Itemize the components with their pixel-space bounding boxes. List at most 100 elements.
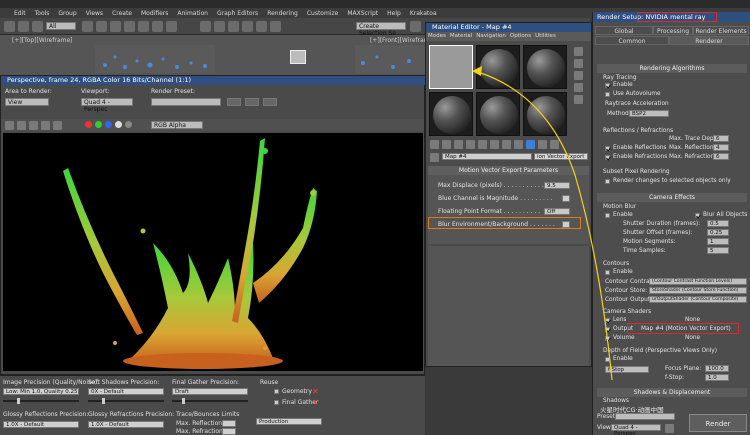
me-menu-navigation[interactable]: Navigation bbox=[476, 32, 506, 41]
undo-icon[interactable] bbox=[4, 21, 15, 32]
menu-graph-editors[interactable]: Graph Editors bbox=[217, 10, 258, 17]
contour-contrast-button[interactable]: (Contour Contrast Function Levels) bbox=[649, 278, 747, 285]
use-autovolume-checkbox[interactable] bbox=[605, 92, 610, 97]
menu-customize[interactable]: Customize bbox=[307, 10, 339, 17]
clear-geometry-cache-icon[interactable]: ✕ bbox=[312, 387, 319, 396]
blue-channel-icon[interactable] bbox=[105, 121, 112, 128]
show-end-result-icon[interactable] bbox=[526, 140, 535, 149]
shutter-duration-field[interactable]: 0.5 bbox=[707, 220, 729, 227]
link-icon[interactable] bbox=[32, 21, 43, 32]
camera-effects-header[interactable]: Camera Effects bbox=[597, 193, 747, 202]
video-color-check-icon[interactable] bbox=[574, 95, 583, 104]
map-type-button[interactable]: ion Vector Export bbox=[534, 153, 588, 160]
material-slot[interactable] bbox=[523, 92, 567, 136]
rotate-icon[interactable] bbox=[152, 21, 163, 32]
enable-refractions-checkbox[interactable] bbox=[605, 155, 610, 160]
contour-output-button[interactable]: urOutputShader (Contour Composite) bbox=[649, 296, 747, 303]
material-slot[interactable] bbox=[476, 92, 520, 136]
environment-icon[interactable] bbox=[245, 98, 259, 106]
dof-mode-dropdown[interactable]: f-Stop bbox=[605, 366, 649, 373]
alpha-channel-icon[interactable] bbox=[115, 121, 122, 128]
sample-type-icon[interactable] bbox=[574, 47, 583, 56]
motion-blur-enable-checkbox[interactable] bbox=[605, 213, 610, 218]
max-reflections-field[interactable] bbox=[222, 420, 236, 427]
enable-reflections-checkbox[interactable] bbox=[605, 146, 610, 151]
assign-material-icon[interactable] bbox=[454, 140, 463, 149]
percent-snap-icon[interactable] bbox=[242, 21, 253, 32]
clear-fg-cache-icon[interactable]: ✕ bbox=[312, 398, 319, 407]
mirror-icon[interactable] bbox=[410, 21, 421, 32]
uv-tiling-icon[interactable] bbox=[574, 83, 583, 92]
final-gather-precision-value[interactable]: Draft bbox=[172, 388, 248, 395]
fstop-field[interactable]: 1.0 bbox=[705, 374, 729, 381]
render-button[interactable]: Render bbox=[689, 414, 747, 432]
select-by-name-icon[interactable] bbox=[96, 21, 107, 32]
slider-knob[interactable] bbox=[182, 398, 185, 404]
show-map-icon[interactable] bbox=[514, 140, 523, 149]
print-icon[interactable] bbox=[41, 121, 50, 130]
redo-icon[interactable] bbox=[18, 21, 29, 32]
max-displace-field[interactable]: 9.5 bbox=[544, 182, 570, 189]
menu-maxscript[interactable]: MAXScript bbox=[347, 10, 378, 17]
eyedropper-icon[interactable] bbox=[430, 153, 439, 162]
menu-create[interactable]: Create bbox=[112, 10, 132, 17]
render-changes-checkbox[interactable] bbox=[605, 179, 610, 184]
move-icon[interactable] bbox=[138, 21, 149, 32]
top-viewport-label[interactable]: [+][Top][Wireframe] bbox=[12, 37, 72, 44]
rect-select-icon[interactable] bbox=[110, 21, 121, 32]
material-slot[interactable] bbox=[476, 45, 520, 89]
selection-filter-dropdown[interactable]: All bbox=[46, 22, 76, 30]
motion-vector-rollout-header[interactable]: Motion Vector Export Parameters bbox=[428, 166, 589, 175]
named-selection-set[interactable]: Create Selection Se bbox=[356, 22, 406, 37]
clear-icon[interactable] bbox=[53, 121, 62, 130]
menu-modifiers[interactable]: Modifiers bbox=[141, 10, 168, 17]
render-icon[interactable] bbox=[263, 98, 277, 106]
copy-image-icon[interactable] bbox=[17, 121, 26, 130]
put-to-library-icon[interactable] bbox=[490, 140, 499, 149]
menu-group[interactable]: Group bbox=[58, 10, 76, 17]
pivot-icon[interactable] bbox=[200, 21, 211, 32]
tab-render-elements[interactable]: Render Elements bbox=[693, 26, 749, 35]
focus-plane-field[interactable]: 100.0 bbox=[705, 365, 729, 372]
lens-checkbox[interactable] bbox=[605, 318, 610, 323]
final-gather-slider[interactable] bbox=[172, 398, 248, 404]
select-object-icon[interactable] bbox=[82, 21, 93, 32]
time-samples-field[interactable]: 5 bbox=[707, 247, 729, 254]
render-preset-dropdown[interactable] bbox=[151, 98, 221, 106]
preset-dropdown[interactable] bbox=[615, 413, 675, 420]
red-channel-icon[interactable] bbox=[85, 121, 92, 128]
volume-shader-button[interactable]: None bbox=[685, 335, 700, 341]
snap-icon[interactable] bbox=[214, 21, 225, 32]
menu-help[interactable]: Help bbox=[387, 10, 401, 17]
viewport-dropdown[interactable]: Quad 4 - Perspec bbox=[81, 98, 133, 113]
monochrome-icon[interactable] bbox=[125, 121, 132, 128]
menu-edit[interactable]: Edit bbox=[14, 10, 26, 17]
image-precision-slider[interactable] bbox=[3, 398, 79, 404]
tab-processing[interactable]: Processing bbox=[653, 26, 693, 35]
tab-renderer[interactable]: Renderer bbox=[669, 36, 749, 45]
slider-knob[interactable] bbox=[17, 398, 20, 404]
clone-window-icon[interactable] bbox=[29, 121, 38, 130]
view-dropdown[interactable]: Quad 4 - Perspec bbox=[611, 424, 661, 435]
menu-krakatoa[interactable]: Krakatoa bbox=[410, 10, 437, 17]
glossy-reflections-value[interactable]: 1.0X - Default bbox=[3, 421, 79, 428]
scale-icon[interactable] bbox=[166, 21, 177, 32]
reset-map-icon[interactable] bbox=[466, 140, 475, 149]
angle-snap-icon[interactable] bbox=[228, 21, 239, 32]
motion-segments-field[interactable]: 1 bbox=[707, 238, 729, 245]
me-menu-utilities[interactable]: Utilities bbox=[535, 32, 556, 41]
floating-point-dropdown[interactable]: Off bbox=[544, 208, 570, 215]
contour-store-button[interactable]: StoreShader (Contour Store Function) bbox=[649, 287, 747, 294]
tab-global-illumination[interactable]: Global Illumination bbox=[595, 26, 653, 44]
spinner-snap-icon[interactable] bbox=[256, 21, 267, 32]
get-material-icon[interactable] bbox=[430, 140, 439, 149]
tab-common[interactable]: Common bbox=[595, 36, 669, 45]
area-to-render-dropdown[interactable]: View bbox=[5, 98, 49, 106]
save-image-icon[interactable] bbox=[5, 121, 14, 130]
image-precision-value[interactable]: Low: Min 1.0, Quality 0.25 bbox=[3, 388, 79, 395]
volume-checkbox[interactable] bbox=[605, 336, 610, 341]
make-unique-icon[interactable] bbox=[478, 140, 487, 149]
channel-display-dropdown[interactable]: RGB Alpha bbox=[151, 121, 203, 129]
edit-named-selection-icon[interactable] bbox=[270, 21, 281, 32]
menu-animation[interactable]: Animation bbox=[177, 10, 208, 17]
